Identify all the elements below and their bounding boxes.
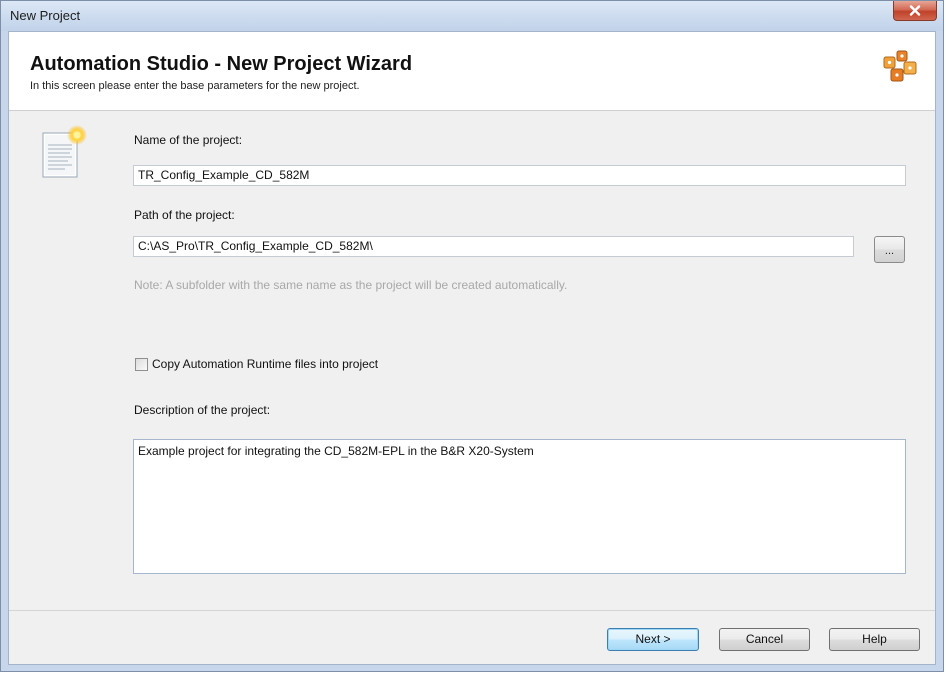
copy-runtime-label[interactable]: Copy Automation Runtime files into proje… (152, 357, 378, 371)
project-path-label: Path of the project: (134, 208, 235, 222)
help-button[interactable]: Help (829, 628, 920, 651)
browse-button[interactable]: ... (874, 236, 905, 263)
project-name-label: Name of the project: (134, 133, 243, 147)
wizard-subtitle: In this screen please enter the base par… (30, 80, 360, 92)
project-name-input[interactable]: TR_Config_Example_CD_582M (133, 165, 906, 186)
window-title: New Project (10, 8, 81, 23)
wizard-client-area: Automation Studio - New Project Wizard I… (8, 31, 936, 665)
cancel-button[interactable]: Cancel (719, 628, 810, 651)
description-label: Description of the project: (134, 403, 271, 417)
wizard-header: Automation Studio - New Project Wizard I… (9, 32, 935, 111)
next-button[interactable]: Next > (607, 628, 699, 651)
project-path-input[interactable]: C:\AS_Pro\TR_Config_Example_CD_582M\ (133, 236, 854, 257)
copy-runtime-checkbox[interactable] (135, 358, 148, 371)
subfolder-note: Note: A subfolder with the same name as … (134, 278, 568, 292)
close-icon (909, 5, 921, 16)
automation-studio-logo-icon (883, 50, 917, 82)
bottom-separator (9, 610, 935, 611)
title-bar[interactable]: New Project (1, 1, 943, 31)
new-document-icon (42, 125, 87, 178)
close-button[interactable] (893, 1, 937, 21)
new-project-window: New Project Automation Studio - New Proj… (0, 0, 944, 672)
wizard-title: Automation Studio - New Project Wizard (30, 53, 413, 75)
description-textarea[interactable]: Example project for integrating the CD_5… (133, 439, 906, 574)
